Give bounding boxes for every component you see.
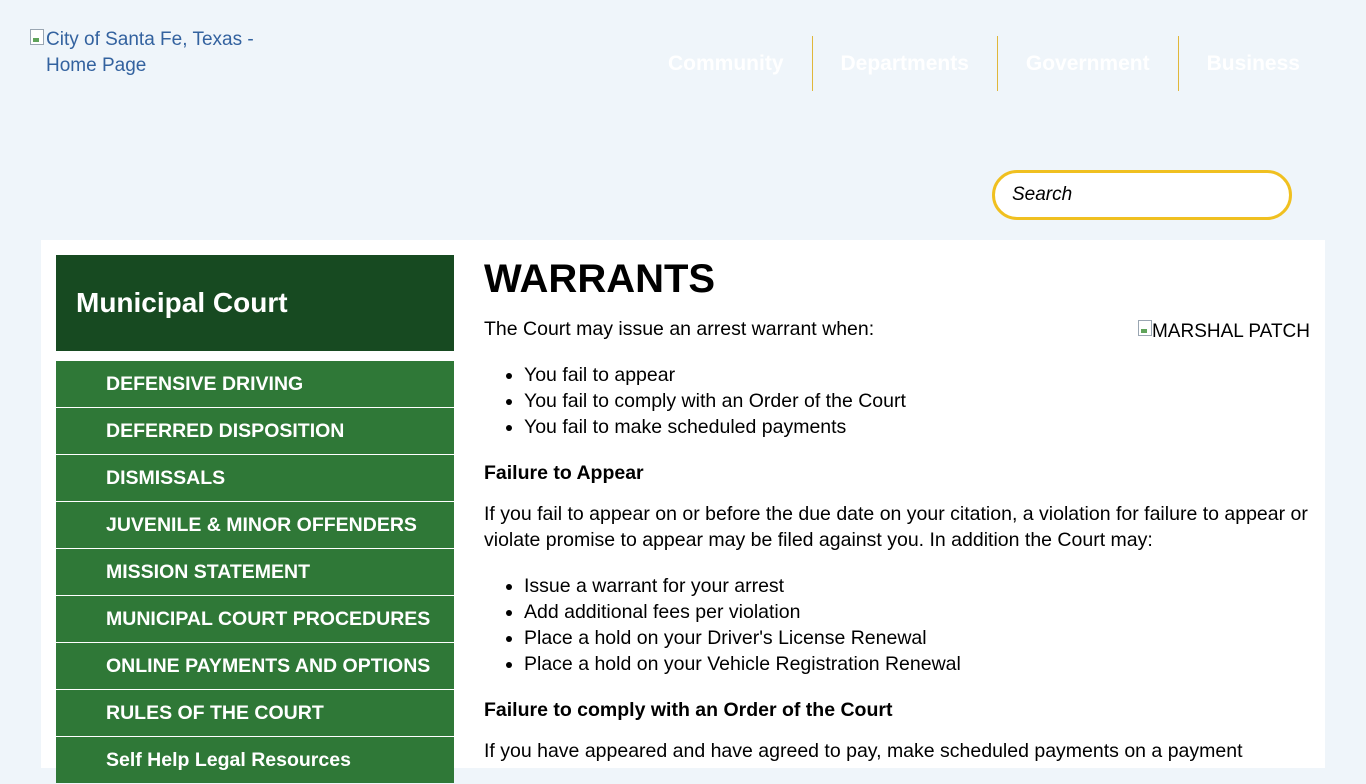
fta-consequences-list: Issue a warrant for your arrest Add addi… [484, 573, 1310, 677]
page-title: WARRANTS [484, 257, 716, 301]
city-logo-image-icon [30, 29, 44, 45]
sidebar-section-title[interactable]: Municipal Court [56, 255, 454, 351]
marshal-patch-alt-text: MARSHAL PATCH [1151, 321, 1310, 342]
failure-to-appear-text: If you fail to appear on or before the d… [484, 503, 1308, 551]
list-item: You fail to make scheduled payments [524, 414, 1310, 440]
list-item: Add additional fees per violation [524, 599, 1310, 625]
home-logo-link[interactable]: City of Santa Fe, Texas - Home Page [30, 27, 280, 79]
sidebar-item-municipal-court-procedures[interactable]: MUNICIPAL COURT PROCEDURES [56, 596, 454, 642]
search-box [992, 170, 1292, 220]
sidebar-item-defensive-driving[interactable]: DEFENSIVE DRIVING [56, 361, 454, 407]
list-item: You fail to comply with an Order of the … [524, 388, 1310, 414]
list-item: Place a hold on your Vehicle Registratio… [524, 651, 1310, 677]
search-input[interactable] [995, 183, 1274, 207]
sidebar-item-dismissals[interactable]: DISMISSALS [56, 455, 454, 501]
sidebar-item-self-help-legal-resources[interactable]: Self Help Legal Resources [56, 737, 454, 783]
nav-business[interactable]: Business [1177, 36, 1328, 91]
list-item: You fail to appear [524, 362, 1310, 388]
warrant-reasons-list: You fail to appear You fail to comply wi… [484, 362, 1310, 440]
sidebar-item-deferred-disposition[interactable]: DEFERRED DISPOSITION [56, 408, 454, 454]
marshal-patch-image-icon [1137, 320, 1152, 336]
failure-to-appear-heading: Failure to Appear [484, 462, 644, 484]
sidebar-item-online-payments[interactable]: ONLINE PAYMENTS AND OPTIONS [56, 643, 454, 689]
sidebar: Municipal Court DEFENSIVE DRIVING DEFERR… [56, 255, 454, 784]
logo-alt-text: City of Santa Fe, Texas - Home Page [46, 29, 254, 76]
main-article: WARRANTS MARSHAL PATCH The Court may iss… [484, 250, 1310, 764]
sidebar-item-juvenile-minor-offenders[interactable]: JUVENILE & MINOR OFFENDERS [56, 502, 454, 548]
list-item: Place a hold on your Driver's License Re… [524, 625, 1310, 651]
nav-government[interactable]: Government [996, 36, 1178, 91]
marshal-patch-image: MARSHAL PATCH [1137, 319, 1310, 345]
sidebar-item-rules-of-the-court[interactable]: RULES OF THE COURT [56, 690, 454, 736]
nav-departments[interactable]: Departments [811, 36, 997, 91]
failure-to-comply-heading: Failure to comply with an Order of the C… [484, 699, 893, 721]
sidebar-item-mission-statement[interactable]: MISSION STATEMENT [56, 549, 454, 595]
list-item: Issue a warrant for your arrest [524, 573, 1310, 599]
failure-to-comply-text: If you have appeared and have agreed to … [484, 740, 1243, 762]
nav-community[interactable]: Community [640, 36, 812, 91]
main-navigation: Community Departments Government Busines… [640, 36, 1328, 91]
